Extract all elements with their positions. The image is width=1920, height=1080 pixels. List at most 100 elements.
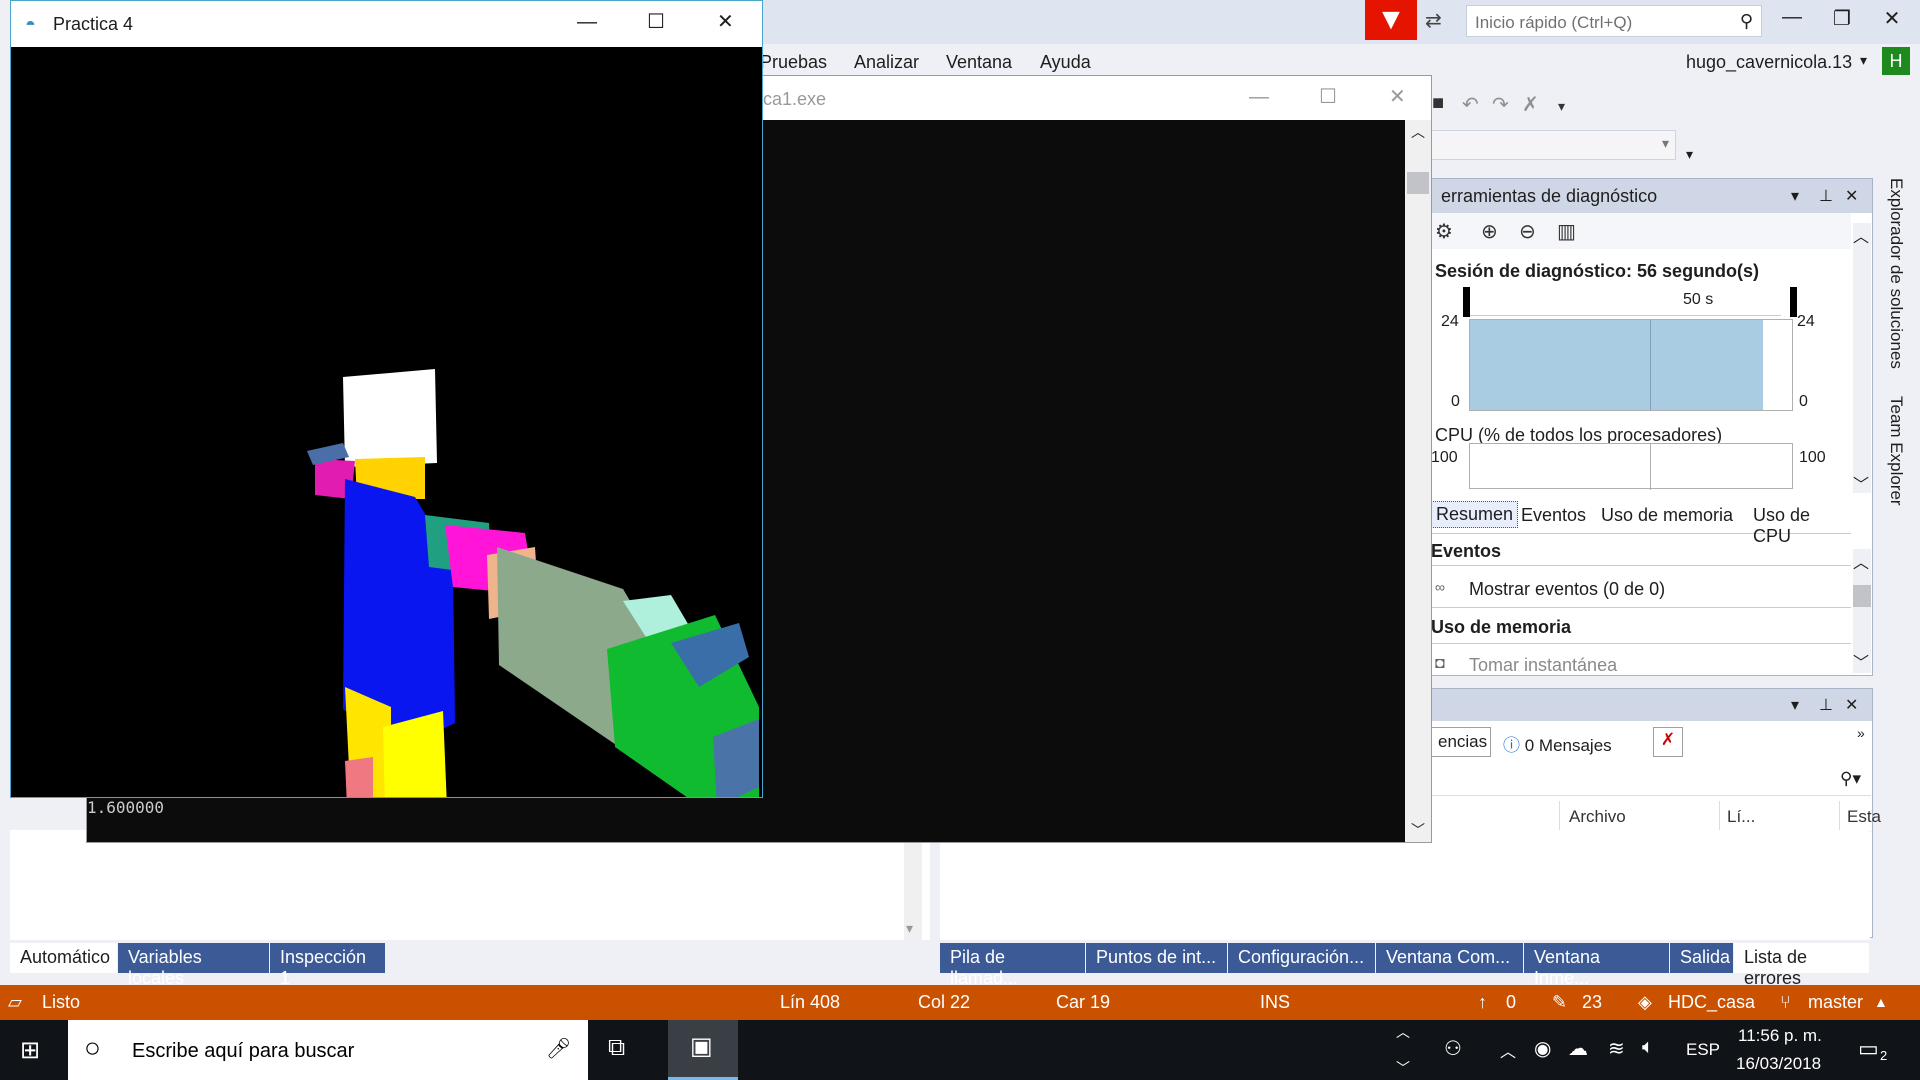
avatar[interactable]: H xyxy=(1882,47,1910,75)
error-search-input[interactable]: ⚲▾ xyxy=(1431,765,1871,796)
close-icon[interactable]: ✕ xyxy=(1845,186,1858,206)
language-indicator[interactable]: ESP xyxy=(1686,1040,1720,1060)
status-edit-count[interactable]: 23 xyxy=(1582,992,1602,1013)
timeline-start-handle[interactable] xyxy=(1463,287,1470,317)
tab-resumen[interactable]: Resumen xyxy=(1431,501,1519,528)
maximize-icon[interactable]: ☐ xyxy=(1319,84,1337,109)
console-scrollbar[interactable]: ︿ ﹀ xyxy=(1405,120,1431,842)
opengl-canvas[interactable] xyxy=(11,47,762,797)
scroll-up-icon[interactable]: ︿ xyxy=(1411,122,1425,142)
vs-minimize-button[interactable]: — xyxy=(1772,6,1812,29)
scroll-thumb[interactable] xyxy=(1407,172,1429,194)
show-hidden-icons[interactable]: ︿ xyxy=(1500,1038,1516,1062)
live-share-icon[interactable]: ⇄ xyxy=(1425,8,1451,34)
bookmark-next-icon[interactable]: ↷ xyxy=(1492,92,1509,117)
menu-ventana[interactable]: Ventana xyxy=(946,52,1012,73)
vs-close-button[interactable]: ✕ xyxy=(1872,6,1912,31)
minimize-icon[interactable]: — xyxy=(1249,86,1269,109)
show-events-link[interactable]: Mostrar eventos (0 de 0) xyxy=(1469,579,1665,600)
menu-pruebas[interactable]: Pruebas xyxy=(760,52,827,73)
pin-icon[interactable]: ⊥ xyxy=(1819,186,1833,206)
microphone-icon[interactable]: 🎤︎ xyxy=(546,1036,571,1061)
scroll-up-icon[interactable]: ︿ xyxy=(1853,223,1869,247)
toolbar-overflow-icon-2[interactable]: ▾ xyxy=(1686,146,1693,163)
column-estado[interactable]: Esta xyxy=(1847,807,1881,827)
bookmark-prev-icon[interactable]: ↶ xyxy=(1462,92,1479,117)
toolbar-overflow-icon[interactable]: ▾ xyxy=(1558,98,1565,115)
close-icon[interactable]: ✕ xyxy=(1389,84,1406,109)
bookmark-icon[interactable]: ■ xyxy=(1432,92,1444,115)
taskbar-search-box[interactable]: ○ Escribe aquí para buscar 🎤︎ xyxy=(68,1020,588,1080)
branch-icon[interactable]: ⑂ xyxy=(1780,992,1791,1013)
tab-ventana-comandos[interactable]: Ventana Com... xyxy=(1376,943,1524,973)
close-icon[interactable]: ✕ xyxy=(1845,695,1858,715)
status-branch[interactable]: master xyxy=(1808,992,1863,1013)
scroll-down-icon[interactable]: ﹀ xyxy=(1853,471,1869,495)
taskbar-app-practica[interactable]: ▣ xyxy=(668,1020,738,1080)
locals-scrollbar[interactable]: ▾ xyxy=(904,830,922,940)
scroll-thumb[interactable] xyxy=(1853,585,1871,607)
task-view-icon[interactable]: ⧉ xyxy=(608,1034,625,1062)
tab-eventos[interactable]: Eventos xyxy=(1521,505,1586,526)
chart-icon[interactable]: ▥ xyxy=(1557,219,1576,244)
column-linea[interactable]: Lí... xyxy=(1727,807,1755,827)
tab-configuracion[interactable]: Configuración... xyxy=(1228,943,1376,973)
account-name[interactable]: hugo_cavernicola.13 xyxy=(1686,52,1852,73)
timeline-end-handle[interactable] xyxy=(1790,287,1797,317)
events-scrollbar[interactable]: ︿ ﹀ xyxy=(1853,549,1871,673)
tab-variables-locales[interactable]: Variables locales xyxy=(118,943,270,988)
notifications-icon[interactable]: ▭ xyxy=(1858,1036,1879,1062)
scroll-down-icon[interactable]: ﹀ xyxy=(1411,820,1425,840)
search-icon[interactable]: ⚲ xyxy=(1740,11,1753,32)
zoom-out-icon[interactable]: ⊖ xyxy=(1519,219,1536,244)
search-icon[interactable]: ⚲▾ xyxy=(1840,769,1861,789)
scroll-down-icon[interactable]: ﹀ xyxy=(1853,649,1869,673)
bookmark-clear-icon[interactable]: ✗ xyxy=(1522,92,1539,117)
scroll-down-icon[interactable]: ▾ xyxy=(906,920,913,937)
tab-salida[interactable]: Salida xyxy=(1670,943,1734,973)
account-dropdown-icon[interactable]: ▾ xyxy=(1860,52,1867,69)
panel-dropdown-icon[interactable]: ▾ xyxy=(1791,695,1799,715)
pin-icon[interactable]: ⊥ xyxy=(1819,695,1833,715)
taskbar-scroll-up-icon[interactable]: ︿ xyxy=(1396,1022,1410,1042)
pencil-icon[interactable]: ✎ xyxy=(1552,992,1567,1013)
tab-puntos-interrupcion[interactable]: Puntos de int... xyxy=(1086,943,1228,973)
repo-icon[interactable]: ◈ xyxy=(1638,992,1652,1013)
wifi-icon[interactable]: ≋ xyxy=(1608,1036,1625,1061)
record-icon[interactable]: ◉ xyxy=(1534,1036,1551,1061)
panel-dropdown-icon[interactable]: ▾ xyxy=(1791,186,1799,206)
close-icon[interactable]: ✕ xyxy=(717,9,734,34)
filter-clear-icon[interactable]: ✗ xyxy=(1653,727,1683,757)
volume-icon[interactable]: 🔈︎ xyxy=(1642,1036,1654,1059)
taskbar-scroll-down-icon[interactable]: ﹀ xyxy=(1396,1058,1410,1078)
tab-ventana-inmediato[interactable]: Ventana Inme... xyxy=(1524,943,1670,988)
menu-ayuda[interactable]: Ayuda xyxy=(1040,52,1091,73)
menu-analizar[interactable]: Analizar xyxy=(854,52,919,73)
tab-uso-cpu[interactable]: Uso de CPU xyxy=(1753,505,1851,547)
warnings-filter-button[interactable]: encias xyxy=(1431,727,1491,757)
diagnostics-scrollbar[interactable]: ︿ ﹀ xyxy=(1853,223,1871,495)
gear-icon[interactable]: ⚙ xyxy=(1435,219,1453,244)
timeline-ruler[interactable]: 50 s xyxy=(1463,287,1797,317)
tab-inspeccion-1[interactable]: Inspección 1 xyxy=(270,943,386,988)
events-header[interactable]: Eventos xyxy=(1431,541,1501,562)
maximize-icon[interactable]: ☐ xyxy=(647,9,665,34)
arrow-up-icon[interactable]: ↑ xyxy=(1478,992,1487,1013)
minimize-icon[interactable]: — xyxy=(577,11,597,34)
tab-uso-memoria[interactable]: Uso de memoria xyxy=(1601,505,1733,526)
tab-lista-errores[interactable]: Lista de errores xyxy=(1734,943,1870,988)
clock-date[interactable]: 16/03/2018 xyxy=(1736,1054,1821,1074)
tab-solution-explorer[interactable]: Explorador de soluciones xyxy=(1886,178,1906,369)
feedback-filter-icon[interactable]: ▼ xyxy=(1365,0,1417,40)
tab-team-explorer[interactable]: Team Explorer xyxy=(1886,396,1906,506)
status-repo[interactable]: HDC_casa xyxy=(1668,992,1755,1013)
cloud-icon[interactable]: ☁ xyxy=(1568,1036,1588,1061)
zoom-in-icon[interactable]: ⊕ xyxy=(1481,219,1498,244)
overflow-icon[interactable]: » xyxy=(1857,725,1865,741)
scroll-up-icon[interactable]: ︿ xyxy=(1853,549,1869,573)
windows-start-icon[interactable]: ⊞ xyxy=(20,1036,40,1065)
practica-titlebar[interactable]: ◓ Practica 4 — ☐ ✕ xyxy=(11,1,762,47)
tab-pila-llamadas[interactable]: Pila de llamad... xyxy=(940,943,1086,988)
tab-automatico[interactable]: Automático xyxy=(10,943,118,973)
memory-header[interactable]: Uso de memoria xyxy=(1431,617,1571,638)
